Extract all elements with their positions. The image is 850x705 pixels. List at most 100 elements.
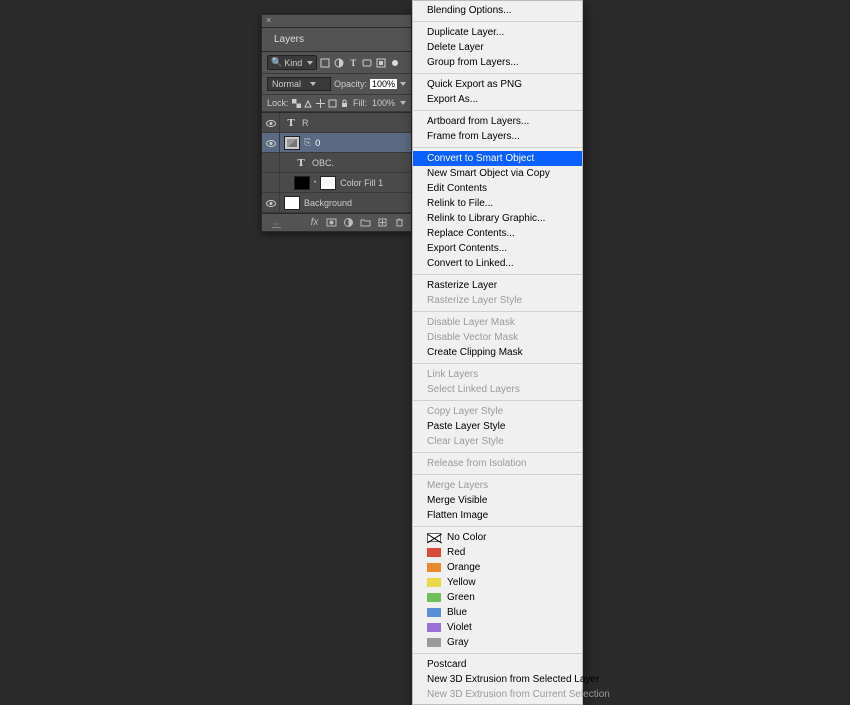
menu-item[interactable]: Replace Contents... xyxy=(413,226,582,241)
filter-kind-dropdown[interactable]: 🔍 Kind xyxy=(267,55,317,70)
layer-name-label[interactable]: Background xyxy=(304,198,352,208)
opacity-input[interactable]: 100% xyxy=(370,79,397,89)
menu-separator xyxy=(413,311,582,312)
link-layers-icon[interactable]: ⇔ xyxy=(272,218,281,228)
menu-item[interactable]: Edit Contents xyxy=(413,181,582,196)
menu-item[interactable]: Convert to Smart Object xyxy=(413,151,582,166)
layer-context-menu: Blending Options... Duplicate Layer...Del… xyxy=(412,0,583,705)
layer-name-label[interactable]: Color Fill 1 xyxy=(340,178,383,188)
color-swatch xyxy=(427,548,441,557)
layers-panel: × Layers 🔍 Kind T Normal Opacity: 100% L… xyxy=(261,14,412,232)
visibility-toggle[interactable] xyxy=(262,133,280,152)
menu-item[interactable]: Export As... xyxy=(413,92,582,107)
menu-item[interactable]: New Smart Object via Copy xyxy=(413,166,582,181)
new-layer-icon[interactable] xyxy=(377,217,388,228)
menu-item[interactable]: New 3D Extrusion from Selected Layer xyxy=(413,672,582,687)
layer-name-label[interactable]: 0 xyxy=(315,138,320,148)
menu-separator xyxy=(413,363,582,364)
layer-list: TR⎘0 T OBC. •Color Fill 1 Background xyxy=(262,112,411,214)
layer-name-label[interactable]: R xyxy=(302,118,309,128)
menu-item[interactable]: Delete Layer xyxy=(413,40,582,55)
visibility-toggle[interactable] xyxy=(262,113,280,132)
menu-item[interactable]: Blending Options... xyxy=(413,3,582,18)
color-swatch xyxy=(427,533,441,542)
menu-item[interactable]: Flatten Image xyxy=(413,508,582,523)
menu-item[interactable]: Postcard xyxy=(413,657,582,672)
panel-close-button[interactable]: × xyxy=(262,15,411,27)
menu-color-item[interactable]: Red xyxy=(413,545,582,560)
layers-panel-footer: ⇔ fx xyxy=(262,214,411,231)
lock-position-icon[interactable] xyxy=(316,99,325,108)
lock-row: Lock: Fill: 100% xyxy=(262,95,411,112)
menu-item: Copy Layer Style xyxy=(413,404,582,419)
menu-item[interactable]: Rasterize Layer xyxy=(413,278,582,293)
chevron-down-icon xyxy=(310,82,316,86)
layer-content: T OBC. xyxy=(280,153,407,172)
menu-item[interactable]: Paste Layer Style xyxy=(413,419,582,434)
menu-item[interactable]: Artboard from Layers... xyxy=(413,114,582,129)
filter-smart-icon[interactable] xyxy=(376,58,386,68)
menu-item: Select Linked Layers xyxy=(413,382,582,397)
filter-adjustment-icon[interactable] xyxy=(334,58,344,68)
menu-item[interactable]: Convert to Linked... xyxy=(413,256,582,271)
chevron-down-icon xyxy=(307,61,313,65)
chevron-down-icon[interactable] xyxy=(400,101,406,105)
menu-separator xyxy=(413,400,582,401)
type-layer-icon: T xyxy=(294,156,308,170)
lock-transparency-icon[interactable] xyxy=(292,99,301,108)
layer-content: Background xyxy=(280,193,407,212)
menu-item-label: No Color xyxy=(447,532,486,544)
filter-shape-icon[interactable] xyxy=(362,58,372,68)
layer-row[interactable]: Background xyxy=(262,193,411,213)
menu-item[interactable]: Duplicate Layer... xyxy=(413,25,582,40)
lock-image-icon[interactable] xyxy=(304,99,313,108)
menu-item[interactable]: Relink to File... xyxy=(413,196,582,211)
filter-pixel-icon[interactable] xyxy=(320,58,330,68)
menu-item: Merge Layers xyxy=(413,478,582,493)
fill-input[interactable]: 100% xyxy=(370,98,397,108)
blend-mode-dropdown[interactable]: Normal xyxy=(267,77,331,91)
layer-row[interactable]: T OBC. xyxy=(262,153,411,173)
lock-all-icon[interactable] xyxy=(340,99,349,108)
menu-item[interactable]: Quick Export as PNG xyxy=(413,77,582,92)
layer-row[interactable]: TR xyxy=(262,113,411,133)
menu-item[interactable]: Create Clipping Mask xyxy=(413,345,582,360)
menu-separator xyxy=(413,147,582,148)
layer-row[interactable]: •Color Fill 1 xyxy=(262,173,411,193)
visibility-toggle[interactable] xyxy=(262,193,280,212)
lock-artboard-icon[interactable] xyxy=(328,99,337,108)
menu-separator xyxy=(413,110,582,111)
lock-label: Lock: xyxy=(267,98,289,108)
layer-row[interactable]: ⎘0 xyxy=(262,133,411,153)
filter-type-icon[interactable]: T xyxy=(348,58,358,68)
menu-item: New 3D Extrusion from Current Selection xyxy=(413,687,582,702)
visibility-toggle[interactable] xyxy=(262,173,280,192)
menu-item[interactable]: Frame from Layers... xyxy=(413,129,582,144)
menu-color-item[interactable]: Green xyxy=(413,590,582,605)
layer-name-label[interactable]: OBC. xyxy=(312,158,334,168)
menu-color-item[interactable]: Orange xyxy=(413,560,582,575)
fx-icon[interactable]: fx xyxy=(309,217,320,228)
color-swatch xyxy=(427,593,441,602)
trash-icon[interactable] xyxy=(394,217,405,228)
menu-separator xyxy=(413,474,582,475)
new-group-icon[interactable] xyxy=(360,217,371,228)
chevron-down-icon[interactable] xyxy=(400,82,406,86)
menu-item[interactable]: Relink to Library Graphic... xyxy=(413,211,582,226)
blend-mode-value: Normal xyxy=(272,79,301,89)
visibility-toggle[interactable] xyxy=(262,153,280,172)
menu-item-label: Yellow xyxy=(447,577,476,589)
menu-color-item[interactable]: Yellow xyxy=(413,575,582,590)
menu-separator xyxy=(413,73,582,74)
mask-icon[interactable] xyxy=(326,217,337,228)
adjustment-layer-icon[interactable] xyxy=(343,217,354,228)
menu-item: Disable Layer Mask xyxy=(413,315,582,330)
menu-color-item[interactable]: Gray xyxy=(413,635,582,650)
menu-item[interactable]: Group from Layers... xyxy=(413,55,582,70)
menu-item[interactable]: Export Contents... xyxy=(413,241,582,256)
menu-color-item[interactable]: Violet xyxy=(413,620,582,635)
filter-toggle[interactable] xyxy=(392,60,398,66)
menu-color-item[interactable]: No Color xyxy=(413,530,582,545)
menu-item[interactable]: Merge Visible xyxy=(413,493,582,508)
tab-layers[interactable]: Layers xyxy=(270,32,308,47)
